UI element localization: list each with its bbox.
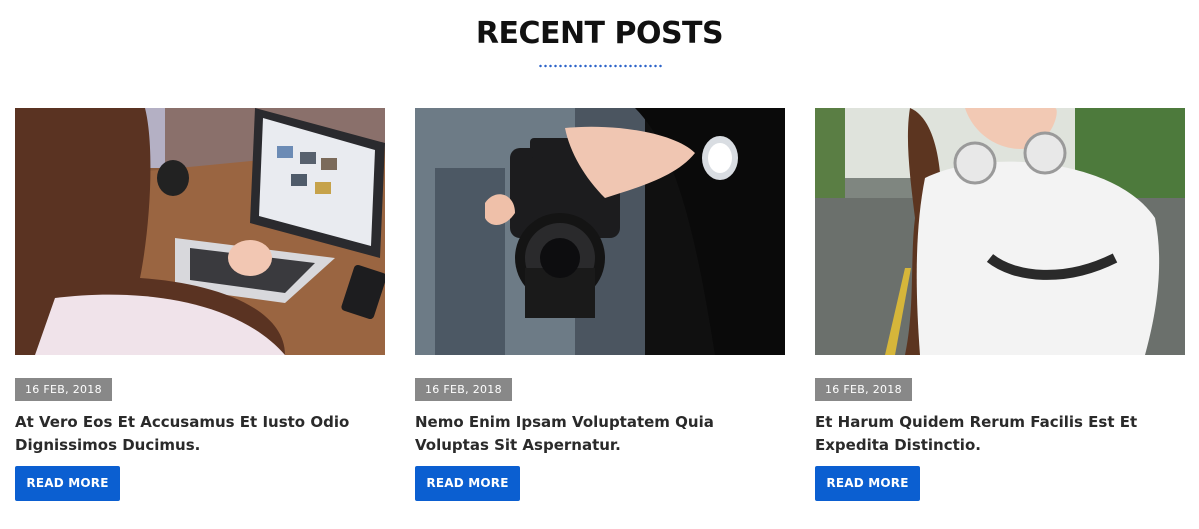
post-date-badge: 16 FEB, 2018	[815, 378, 912, 401]
post-title[interactable]: Nemo Enim Ipsam Voluptatem Quia Voluptas…	[415, 411, 785, 457]
post-title[interactable]: At Vero Eos Et Accusamus Et Iusto Odio D…	[15, 411, 385, 457]
post-thumbnail[interactable]	[15, 108, 385, 355]
post-date-badge: 16 FEB, 2018	[415, 378, 512, 401]
woman-typing-on-laptop-photo	[15, 108, 385, 355]
read-more-button[interactable]: READ MORE	[815, 466, 920, 501]
post-thumbnail[interactable]	[815, 108, 1185, 355]
section-title: RECENT POSTS	[475, 16, 724, 51]
post-date-badge: 16 FEB, 2018	[15, 378, 112, 401]
post-card: 16 FEB, 2018 Nemo Enim Ipsam Voluptatem …	[415, 108, 785, 518]
read-more-button[interactable]: READ MORE	[15, 466, 120, 501]
post-card: 16 FEB, 2018 Et Harum Quidem Rerum Facil…	[815, 108, 1185, 518]
post-thumbnail[interactable]	[415, 108, 785, 355]
post-title[interactable]: Et Harum Quidem Rerum Facilis Est Et Exp…	[815, 411, 1185, 457]
read-more-button[interactable]: READ MORE	[415, 466, 520, 501]
recent-posts-section: RECENT POSTS 16 FEB, 2018 At Vero Eos Et…	[0, 0, 1199, 529]
post-card: 16 FEB, 2018 At Vero Eos Et Accusamus Et…	[15, 108, 385, 518]
woman-with-headphones-on-road-photo	[815, 108, 1185, 355]
hands-holding-dslr-camera-photo	[415, 108, 785, 355]
title-divider	[538, 64, 663, 68]
